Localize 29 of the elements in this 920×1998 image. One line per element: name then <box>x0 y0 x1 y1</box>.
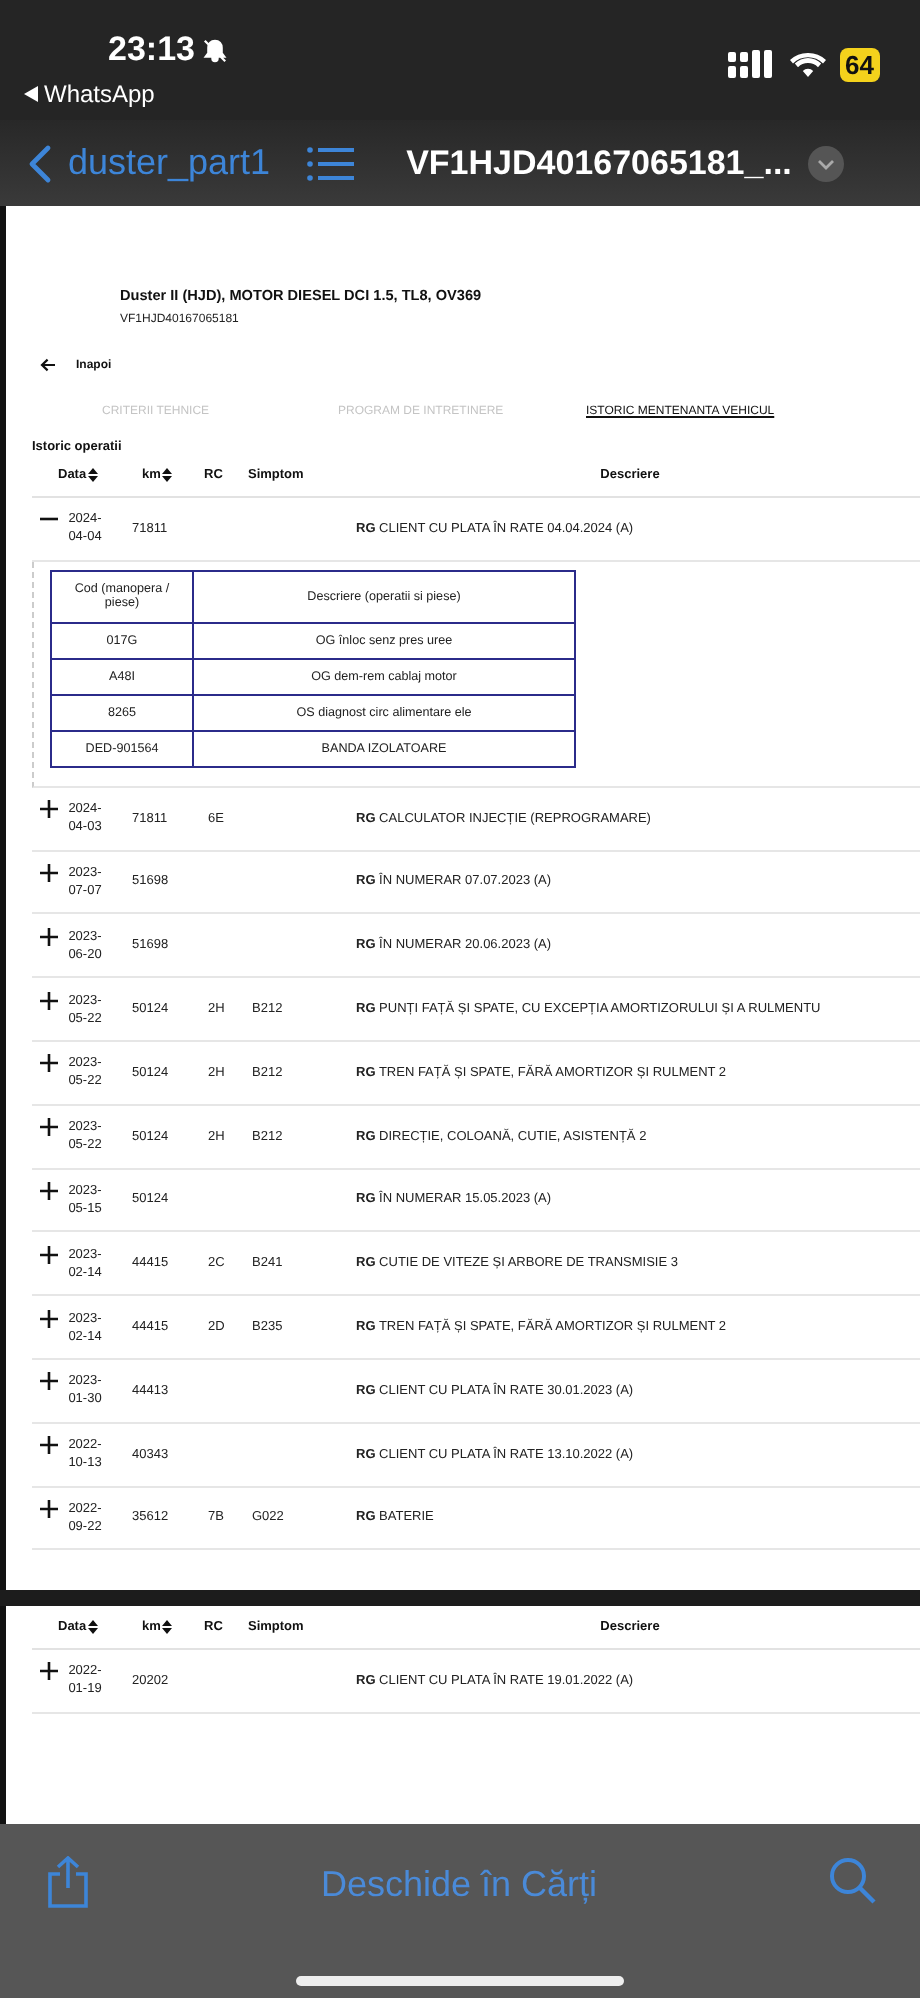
back-to-app-link[interactable]: WhatsApp <box>24 76 155 112</box>
expand-icon[interactable] <box>40 1436 58 1455</box>
expand-icon[interactable] <box>40 1118 58 1137</box>
sort-icon <box>162 1620 173 1634</box>
expand-icon[interactable] <box>40 1245 58 1264</box>
expand-icon[interactable] <box>40 927 58 946</box>
signal-icon <box>727 50 776 78</box>
chevron-down-icon[interactable] <box>807 145 844 181</box>
arrow-left-icon <box>40 358 56 372</box>
wifi-icon <box>789 51 826 77</box>
chevron-left-icon <box>28 143 52 183</box>
expand-icon[interactable] <box>40 1181 58 1200</box>
expand-icon[interactable] <box>40 991 58 1010</box>
battery-indicator: 64 <box>839 47 880 81</box>
expand-icon[interactable] <box>40 1372 58 1391</box>
expand-icon[interactable] <box>40 1054 58 1073</box>
muted-bell-icon <box>202 37 229 63</box>
sort-icon <box>88 1620 99 1634</box>
status-time: 23:13 <box>108 30 195 70</box>
expand-icon[interactable] <box>40 1499 58 1518</box>
expand-icon[interactable] <box>40 863 58 882</box>
expand-icon[interactable] <box>40 800 58 819</box>
sort-icon <box>162 468 173 482</box>
back-triangle-icon <box>24 86 38 102</box>
document-title: VF1HJD40167065181_... <box>406 143 792 183</box>
list-icon[interactable] <box>306 145 355 181</box>
expand-icon[interactable] <box>40 1309 58 1328</box>
expand-icon[interactable] <box>40 1662 58 1681</box>
sort-icon <box>88 468 99 482</box>
